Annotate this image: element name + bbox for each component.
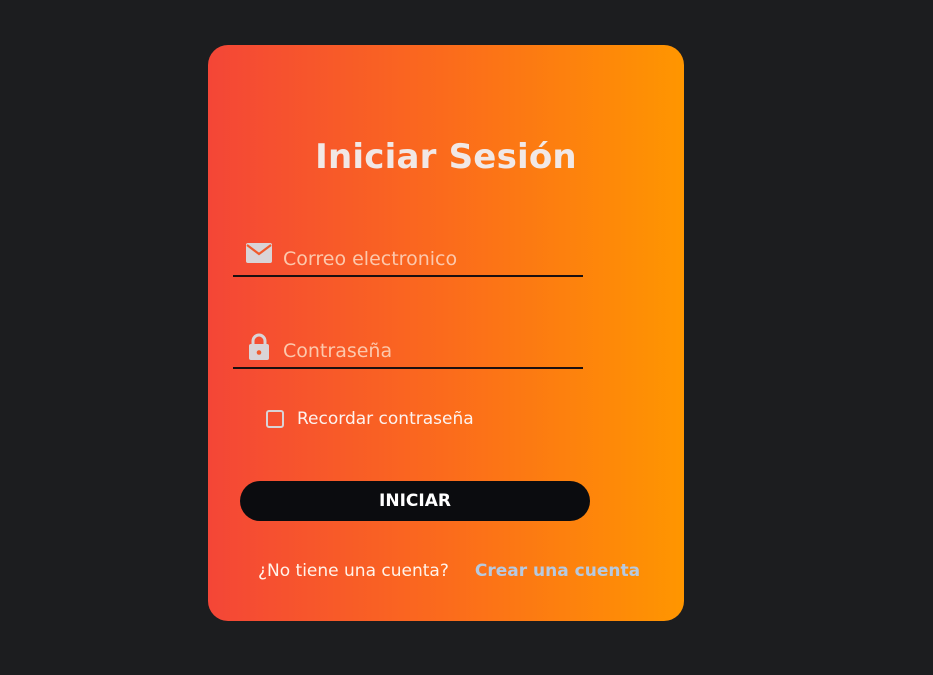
- remember-label: Recordar contraseña: [297, 409, 474, 429]
- login-title: Iniciar Sesión: [315, 137, 577, 177]
- remember-password[interactable]: Recordar contraseña: [266, 407, 474, 431]
- login-card: Iniciar Sesión Recordar contraseña INICI…: [208, 45, 684, 621]
- password-input[interactable]: [283, 337, 573, 365]
- email-field: [233, 241, 583, 277]
- password-field: [233, 333, 583, 369]
- signup-prompt: ¿No tiene una cuenta?: [258, 561, 449, 581]
- email-input[interactable]: [283, 245, 573, 273]
- remember-checkbox[interactable]: [266, 410, 284, 428]
- create-account-link[interactable]: Crear una cuenta: [475, 561, 640, 581]
- lock-icon: [249, 333, 269, 360]
- mail-icon: [246, 243, 272, 263]
- login-button[interactable]: INICIAR: [240, 481, 590, 521]
- signup-row: ¿No tiene una cuenta? Crear una cuenta: [258, 561, 640, 581]
